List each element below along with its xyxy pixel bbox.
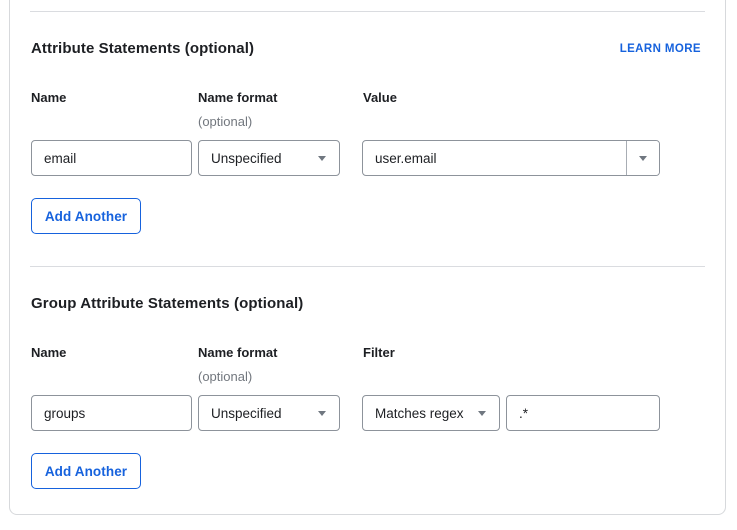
attribute-value-dropdown-toggle[interactable] (626, 141, 659, 175)
section-title: Group Attribute Statements (optional) (31, 295, 304, 312)
selected-name-format: Unspecified (211, 150, 282, 166)
column-header-name-format: Name format (198, 345, 278, 360)
caret-down-icon (318, 410, 326, 416)
section-divider (30, 11, 705, 12)
column-header-optional-note: (optional) (198, 114, 253, 129)
selected-name-format: Unspecified (211, 405, 282, 421)
column-header-filter: Filter (363, 345, 395, 360)
saml-settings-page: Attribute Statements (optional) LEARN MO… (0, 0, 737, 530)
group-filter-type-select[interactable]: Matches regex (362, 395, 500, 431)
attribute-statements-section: Attribute Statements (optional) LEARN MO… (0, 0, 737, 255)
column-header-value: Value (363, 90, 397, 105)
group-attribute-statements-section: Group Attribute Statements (optional) Na… (0, 255, 737, 513)
selected-filter-type: Matches regex (375, 405, 464, 421)
section-divider (30, 266, 705, 267)
caret-down-icon (318, 155, 326, 161)
section-title: Attribute Statements (optional) (31, 40, 255, 57)
learn-more-link[interactable]: LEARN MORE (620, 42, 701, 56)
caret-down-icon (478, 410, 486, 416)
attribute-name-format-select[interactable]: Unspecified (198, 140, 340, 176)
group-name-format-select[interactable]: Unspecified (198, 395, 340, 431)
group-attribute-name-input[interactable] (31, 395, 192, 431)
add-another-attribute-button[interactable]: Add Another (31, 198, 141, 234)
column-header-optional-note: (optional) (198, 369, 253, 384)
attribute-value-combobox (362, 140, 660, 176)
column-header-name-format: Name format (198, 90, 278, 105)
caret-down-icon (639, 155, 647, 161)
add-another-group-attribute-button[interactable]: Add Another (31, 453, 141, 489)
group-filter-value-input[interactable] (506, 395, 660, 431)
column-header-name: Name (31, 90, 67, 105)
column-header-name: Name (31, 345, 67, 360)
attribute-name-input[interactable] (31, 140, 192, 176)
attribute-value-input[interactable] (363, 141, 626, 175)
